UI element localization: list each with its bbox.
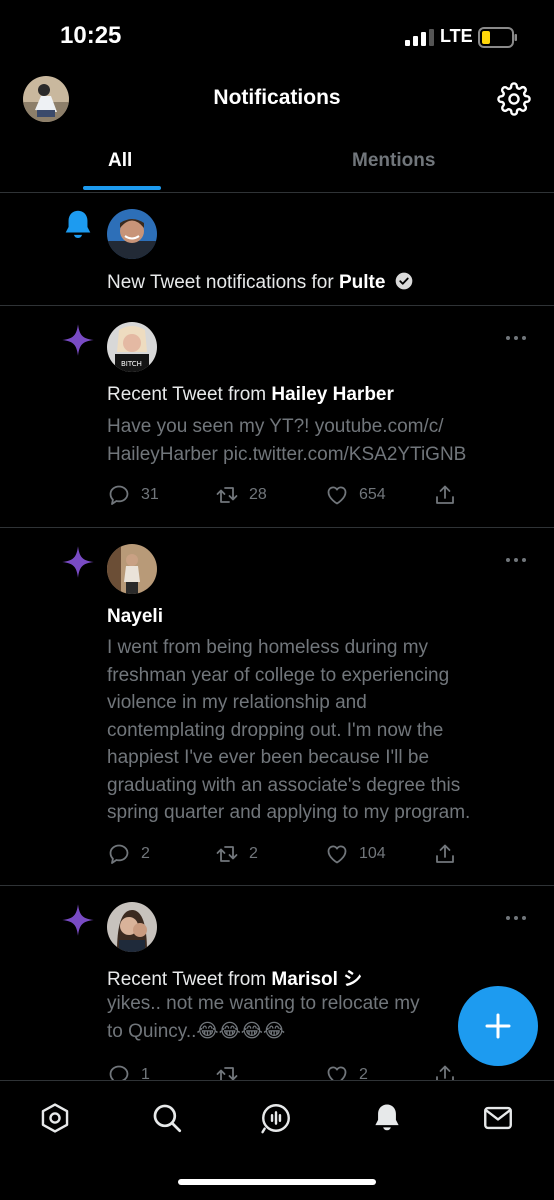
share-button[interactable]	[433, 841, 457, 867]
share-icon	[436, 844, 454, 863]
like-button[interactable]: 654	[325, 482, 386, 508]
verified-badge-icon	[395, 272, 413, 290]
notification-row[interactable]: BITCH Recent Tweet from Hailey Harber Ha…	[0, 306, 554, 528]
mail-icon[interactable]	[481, 1101, 515, 1135]
tweet-line: I went from being homeless during my	[107, 637, 429, 658]
notification-text: Recent Tweet from Hailey Harber	[107, 384, 394, 406]
heart-icon	[327, 845, 347, 864]
spaces-icon[interactable]	[259, 1101, 293, 1135]
tweet-line: yikes.. not me wanting to relocate my	[107, 993, 420, 1014]
notification-text: Nayeli	[107, 606, 163, 628]
notification-row[interactable]: New Tweet notifications for Pulte	[0, 193, 554, 306]
tweet-line: freshman year of college to experiencing	[107, 664, 450, 686]
retweet-icon	[216, 487, 238, 503]
notification-text: New Tweet notifications for Pulte	[107, 271, 414, 294]
tweet-line: happiest I've ever been because I'll be	[107, 747, 430, 768]
notification-prefix: Recent Tweet from	[107, 384, 272, 405]
user-name[interactable]: Nayeli	[107, 606, 163, 627]
avatar[interactable]	[107, 902, 157, 952]
sparkle-icon	[62, 546, 94, 578]
network-type: LTE	[440, 26, 473, 46]
bell-icon[interactable]	[370, 1101, 404, 1135]
user-name[interactable]: Hailey Harber	[271, 384, 394, 405]
home-icon[interactable]	[38, 1101, 72, 1135]
reply-icon	[109, 1065, 129, 1080]
avatar[interactable]: BITCH	[107, 322, 157, 372]
avatar[interactable]	[107, 209, 157, 259]
tab-mentions[interactable]: Mentions	[352, 150, 435, 172]
page-title: Notifications	[213, 86, 341, 109]
home-indicator	[178, 1179, 376, 1185]
tab-all[interactable]: All	[108, 150, 132, 172]
tweet-actions: 2 2 104	[107, 841, 467, 867]
retweet-count: 28	[249, 486, 267, 503]
notification-prefix: Recent Tweet from	[107, 969, 272, 990]
more-options-icon[interactable]	[506, 555, 530, 565]
notification-prefix: New Tweet notifications for	[107, 272, 339, 293]
retweet-count: 2	[249, 845, 258, 862]
retweet-button[interactable]	[215, 1062, 249, 1080]
compose-plus-icon	[485, 1013, 511, 1039]
battery-icon	[478, 27, 517, 48]
notification-row[interactable]: Nayeli I went from being homeless during…	[0, 528, 554, 886]
tweet-line: Have you seen my YT?! youtube.com/c/	[107, 416, 444, 437]
reply-count: 31	[141, 486, 159, 503]
user-name[interactable]: Marisol シ	[271, 969, 362, 990]
reply-icon	[109, 485, 129, 505]
share-icon	[436, 1065, 454, 1080]
tweet-line: violence in my relationship and	[107, 692, 367, 713]
tweet-actions: 1 2	[107, 1062, 467, 1080]
share-button[interactable]	[433, 482, 457, 508]
tweet-line: HaileyHarber pic.twitter.com/KSA2YTiGNB	[107, 443, 467, 465]
like-count: 654	[359, 486, 386, 503]
reply-button[interactable]: 31	[107, 482, 159, 508]
retweet-icon	[216, 1067, 238, 1080]
retweet-button[interactable]: 2	[215, 841, 258, 867]
like-button[interactable]: 2	[325, 1062, 368, 1080]
tweet-line: spring quarter and applying to my progra…	[107, 802, 471, 823]
retweet-icon	[216, 846, 238, 862]
tweet-text[interactable]: Have you seen my YT?! youtube.com/c/ Hai…	[107, 413, 527, 468]
status-bar: 10:25 LTE	[0, 0, 554, 70]
bell-icon	[65, 210, 91, 238]
like-button[interactable]: 104	[325, 841, 386, 867]
retweet-button[interactable]: 28	[215, 482, 267, 508]
sparkle-icon	[62, 904, 94, 936]
tweet-actions: 31 28 654	[107, 482, 467, 508]
notification-text: Recent Tweet from Marisol シ	[107, 964, 362, 991]
settings-gear-icon[interactable]	[497, 82, 531, 116]
cellular-signal-icon	[405, 29, 434, 46]
tweet-line: contemplating dropping out. I'm now the	[107, 719, 444, 741]
reply-icon	[109, 844, 129, 864]
search-icon[interactable]	[150, 1101, 184, 1135]
more-options-icon[interactable]	[506, 333, 530, 343]
sparkle-icon	[62, 324, 94, 356]
reply-button[interactable]: 2	[107, 841, 150, 867]
user-name[interactable]: Pulte	[339, 272, 385, 293]
heart-icon	[327, 1066, 347, 1080]
svg-text:BITCH: BITCH	[121, 360, 142, 368]
share-button[interactable]	[433, 1062, 457, 1080]
compose-tweet-button[interactable]	[458, 986, 538, 1066]
share-icon	[436, 485, 454, 504]
tweet-line: to Quincy..😂😂😂😂	[107, 1020, 286, 1042]
reply-button[interactable]: 1	[107, 1062, 150, 1080]
header: Notifications	[0, 70, 554, 130]
like-count: 104	[359, 845, 386, 862]
tweet-text[interactable]: I went from being homeless during my fre…	[107, 634, 527, 827]
active-tab-indicator	[83, 186, 161, 190]
reply-count: 1	[141, 1066, 150, 1080]
status-time: 10:25	[60, 22, 122, 49]
avatar[interactable]	[107, 544, 157, 594]
notification-tabs: All Mentions	[0, 140, 554, 193]
like-count: 2	[359, 1066, 368, 1080]
reply-count: 2	[141, 845, 150, 862]
heart-icon	[327, 486, 347, 505]
tweet-text[interactable]: yikes.. not me wanting to relocate my to…	[107, 990, 457, 1045]
tweet-line: graduating with an associate's degree th…	[107, 774, 461, 796]
more-options-icon[interactable]	[506, 913, 530, 923]
